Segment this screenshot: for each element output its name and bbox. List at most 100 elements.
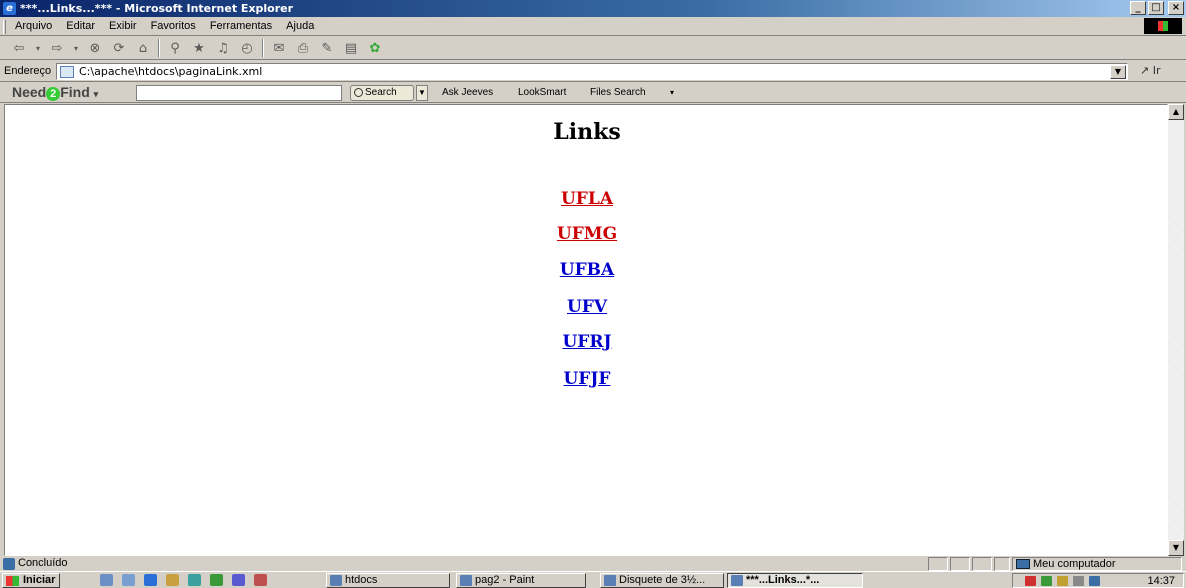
refresh-icon[interactable]: ⟳ — [110, 39, 128, 57]
maximize-button[interactable]: □ — [1148, 1, 1164, 15]
task-htdocs[interactable]: htdocs — [326, 573, 450, 588]
app-icon[interactable] — [188, 574, 201, 586]
browser-window: e ***...Links...*** - Microsoft Internet… — [0, 0, 1186, 588]
task-label: Disquete de 3½... — [619, 574, 706, 586]
files-search-link[interactable]: Files Search — [590, 87, 646, 98]
discuss-icon[interactable]: ▤ — [342, 39, 360, 57]
task-floppy[interactable]: Disquete de 3½... — [600, 573, 724, 588]
network-icon[interactable] — [1089, 576, 1100, 586]
link-item: UFLA — [5, 189, 1169, 209]
app-icon[interactable] — [254, 574, 267, 586]
address-label: Endereço — [4, 65, 52, 77]
link-ufjf[interactable]: UFJF — [563, 369, 610, 389]
floppy-icon — [604, 575, 616, 586]
security-zone: Meu computador — [1012, 557, 1182, 571]
tray-icon[interactable] — [1057, 576, 1068, 586]
toolbar-separator — [158, 39, 160, 57]
page-content: Links UFLA UFMG UFBA UFV UFRJ UFJF — [4, 104, 1168, 556]
link-item: UFBA — [5, 260, 1169, 280]
history-icon[interactable]: ◴ — [238, 39, 256, 57]
home-icon[interactable]: ⌂ — [134, 39, 152, 57]
address-dropdown-button[interactable]: ▼ — [1110, 65, 1126, 79]
menu-ferramentas[interactable]: Ferramentas — [203, 20, 279, 32]
looksmart-link[interactable]: LookSmart — [518, 87, 566, 98]
tray-icon[interactable] — [1025, 576, 1036, 586]
messenger-icon[interactable]: ✿ — [366, 39, 384, 57]
start-button[interactable]: Iniciar — [2, 573, 60, 588]
status-cell — [950, 557, 970, 571]
close-button[interactable]: × — [1168, 1, 1184, 15]
edit-icon[interactable]: ✎ — [318, 39, 336, 57]
task-paint[interactable]: pag2 - Paint — [456, 573, 586, 588]
windows-flag-icon — [6, 576, 19, 586]
media-icon[interactable]: ♫ — [214, 39, 232, 57]
scroll-down-button[interactable]: ▼ — [1168, 540, 1184, 556]
menu-ajuda[interactable]: Ajuda — [279, 20, 321, 32]
task-label: htdocs — [345, 574, 378, 586]
link-ufla[interactable]: UFLA — [561, 189, 613, 209]
print-icon[interactable]: ⎙ — [294, 39, 312, 57]
start-label: Iniciar — [23, 574, 56, 586]
title-bar[interactable]: e ***...Links...*** - Microsoft Internet… — [0, 0, 1186, 17]
ask-jeeves-link[interactable]: Ask Jeeves — [442, 87, 493, 98]
menu-favoritos[interactable]: Favoritos — [144, 20, 203, 32]
windows-logo-icon — [1144, 18, 1182, 34]
explorer-icon[interactable] — [122, 574, 135, 586]
scroll-up-button[interactable]: ▲ — [1168, 104, 1184, 120]
system-tray: 14:37 — [1012, 573, 1184, 588]
clock[interactable]: 14:37 — [1147, 575, 1175, 587]
task-ie-links[interactable]: ***...Links...*... — [727, 573, 863, 588]
stop-icon[interactable]: ⊗ — [86, 39, 104, 57]
paint-icon — [460, 575, 472, 586]
forward-dropdown-icon[interactable]: ▾ — [72, 39, 80, 57]
toolbar-grip[interactable] — [3, 20, 6, 34]
menu-exibir[interactable]: Exibir — [102, 20, 144, 32]
status-cell — [928, 557, 948, 571]
magnifier-icon — [354, 88, 363, 97]
link-ufrj[interactable]: UFRJ — [562, 332, 611, 352]
back-dropdown-icon[interactable]: ▾ — [34, 39, 42, 57]
vertical-scrollbar[interactable]: ▲ ▼ — [1168, 104, 1184, 556]
address-input[interactable]: C:\apache\htdocs\paginaLink.xml — [56, 63, 1128, 80]
ie-quicklaunch-icon[interactable] — [144, 574, 157, 586]
back-icon[interactable]: ⇦ — [10, 39, 28, 57]
standard-toolbar: ⇦ ▾ ⇨ ▾ ⊗ ⟳ ⌂ ⚲ ★ ♫ ◴ ✉ ⎙ ✎ ▤ ✿ — [0, 37, 1186, 60]
page-done-icon — [3, 558, 15, 570]
menu-editar[interactable]: Editar — [59, 20, 102, 32]
need2find-logo[interactable]: Need 2 Find ▾ — [12, 84, 98, 101]
link-ufmg[interactable]: UFMG — [557, 224, 617, 244]
need2find-toolbar: Need 2 Find ▾ Search ▼ Ask Jeeves LookSmar… — [0, 83, 1186, 103]
search-input[interactable] — [136, 85, 342, 101]
tray-icon[interactable] — [1041, 576, 1052, 586]
brand-number: 2 — [46, 87, 61, 101]
status-cell — [972, 557, 992, 571]
search-dropdown-button[interactable]: ▼ — [416, 85, 428, 101]
link-item: UFV — [5, 297, 1169, 317]
app-icon[interactable] — [210, 574, 223, 586]
desktop-icon[interactable] — [100, 574, 113, 586]
link-ufba[interactable]: UFBA — [560, 260, 614, 280]
window-controls: _ □ × — [1130, 1, 1184, 15]
search-button-label: Search — [365, 87, 397, 98]
ie-icon — [731, 575, 743, 586]
go-arrow-icon: ↗ — [1140, 64, 1150, 77]
minimize-button[interactable]: _ — [1130, 1, 1146, 15]
search-button[interactable]: Search — [350, 85, 414, 101]
mail-icon[interactable]: ✉ — [270, 39, 288, 57]
forward-icon[interactable]: ⇨ — [48, 39, 66, 57]
search-icon[interactable]: ⚲ — [166, 39, 184, 57]
favorites-icon[interactable]: ★ — [190, 39, 208, 57]
chevron-down-icon[interactable]: ▾ — [670, 88, 674, 97]
taskbar: Iniciar htdocs pag2 - Paint Disquete de … — [0, 571, 1186, 588]
link-ufv[interactable]: UFV — [567, 297, 607, 317]
menu-arquivo[interactable]: Arquivo — [8, 20, 59, 32]
go-label: Ir — [1152, 64, 1161, 77]
chevron-down-icon[interactable]: ▾ — [94, 89, 99, 99]
task-label: ***...Links...*... — [746, 574, 820, 586]
go-button[interactable]: ↗ Ir — [1140, 64, 1161, 77]
folder-icon — [330, 575, 342, 586]
app-icon[interactable] — [166, 574, 179, 586]
status-text: Concluído — [18, 557, 68, 569]
volume-icon[interactable] — [1073, 576, 1084, 586]
media-player-icon[interactable] — [232, 574, 245, 586]
